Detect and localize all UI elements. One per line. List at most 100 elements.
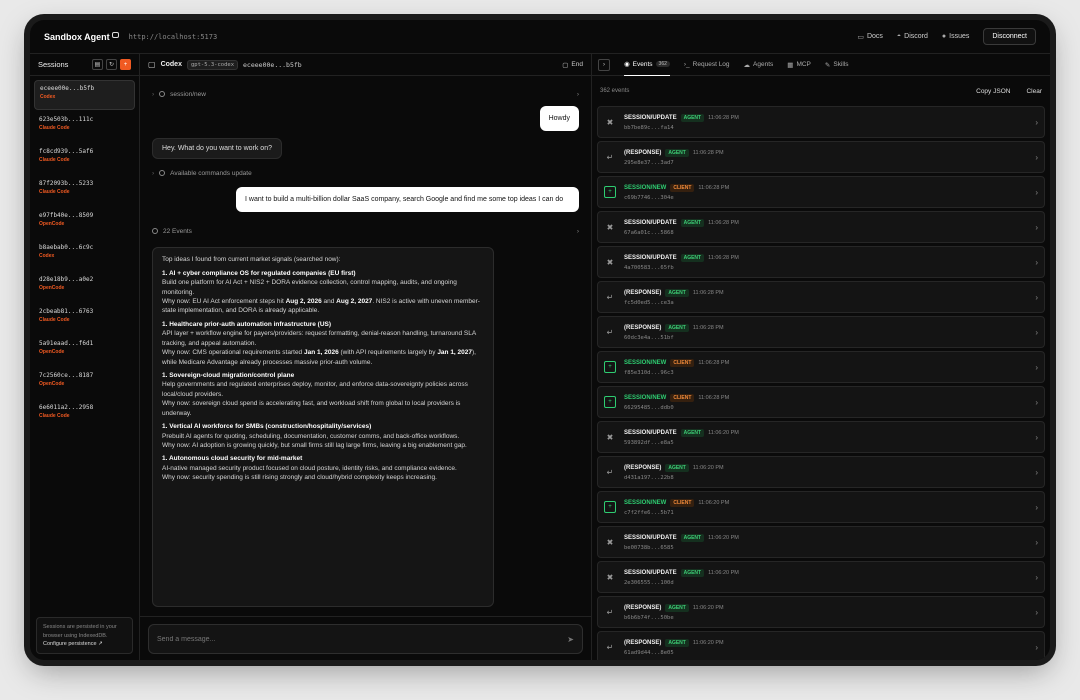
event-row[interactable]: ↵ (RESPONSE) AGENT 11:06:20 PM 61ad9d44...8e… bbox=[597, 631, 1045, 660]
return-icon: ↵ bbox=[606, 467, 614, 477]
session-id: 623e503b...111c bbox=[39, 116, 94, 123]
new-session-icon: + bbox=[604, 186, 616, 198]
collapse-icon[interactable]: › bbox=[598, 58, 610, 71]
commands-update-row[interactable]: › Available commands update bbox=[152, 165, 579, 181]
event-row[interactable]: ✖ SESSION/UPDATE AGENT 11:06:28 PM bb7be89c.… bbox=[597, 106, 1045, 138]
session-item[interactable]: 7c2560ce...8187 OpenCode bbox=[34, 368, 135, 398]
event-source-badge: CLIENT bbox=[670, 498, 695, 507]
event-row[interactable]: ✖ SESSION/UPDATE AGENT 11:06:20 PM 593892df.… bbox=[597, 421, 1045, 453]
idea-why-now: Why now: EU AI Act enforcement steps hit… bbox=[162, 298, 480, 315]
tab-skills[interactable]: ✎ Skills bbox=[825, 54, 849, 76]
event-row[interactable]: ↵ (RESPONSE) AGENT 11:06:28 PM 60dc3e4a...51… bbox=[597, 316, 1045, 348]
session-item[interactable]: b8aebab0...6c9c Codex bbox=[34, 240, 135, 270]
session-item[interactable]: e97fb40e...8509 OpenCode bbox=[34, 208, 135, 238]
archive-icon[interactable]: ▤ bbox=[92, 59, 103, 70]
event-source-badge: AGENT bbox=[665, 148, 689, 157]
event-type: SESSION/UPDATE bbox=[624, 114, 677, 121]
session-item[interactable]: d28e18b9...a0e2 OpenCode bbox=[34, 272, 135, 302]
event-row[interactable]: ↵ (RESPONSE) AGENT 11:06:20 PM d431a197...22… bbox=[597, 456, 1045, 488]
session-agent: OpenCode bbox=[39, 221, 65, 227]
event-row[interactable]: ✖ SESSION/UPDATE AGENT 11:06:28 PM 4a700583.… bbox=[597, 246, 1045, 278]
tab-agents[interactable]: ☁ Agents bbox=[744, 54, 774, 76]
session-new-row[interactable]: › session/new › bbox=[152, 86, 579, 102]
send-icon[interactable]: ➤ bbox=[567, 635, 574, 644]
session-item[interactable]: 87f2093b...5233 Claude Code bbox=[34, 176, 135, 206]
event-time: 11:06:20 PM bbox=[692, 464, 724, 471]
sessions-title: Sessions bbox=[38, 60, 69, 69]
event-source-badge: AGENT bbox=[665, 638, 689, 647]
chat-transcript: › session/new › Howdy Hey. What do you w… bbox=[140, 76, 591, 616]
message-input[interactable] bbox=[157, 635, 568, 643]
event-time: 11:06:20 PM bbox=[708, 429, 739, 436]
event-row[interactable]: ↵ (RESPONSE) AGENT 11:06:28 PM 295e8e37...3a… bbox=[597, 141, 1045, 173]
chevron-right-icon: › bbox=[1035, 467, 1038, 477]
session-item[interactable]: eceee00e...b5fb Codex bbox=[34, 80, 135, 110]
app-window: Sandbox Agent http://localhost:5173 ▭ Doc… bbox=[30, 20, 1050, 660]
event-row[interactable]: + SESSION/NEW CLIENT 11:06:20 PM c7f2ffe6...… bbox=[597, 491, 1045, 523]
session-item[interactable]: 5a91eaad...f6d1 OpenCode bbox=[34, 336, 135, 366]
event-row[interactable]: ✖ SESSION/UPDATE AGENT 11:06:28 PM 67a6a01c.… bbox=[597, 211, 1045, 243]
issues-link[interactable]: ● Issues bbox=[942, 33, 969, 40]
event-source-badge: AGENT bbox=[680, 253, 705, 262]
end-session-button[interactable]: ▢ End bbox=[562, 61, 583, 69]
chevron-right-icon: › bbox=[1035, 187, 1038, 197]
event-id: c7f2ffe6...5b71 bbox=[624, 509, 674, 516]
event-row[interactable]: ↵ (RESPONSE) AGENT 11:06:20 PM b6b6b74f...50… bbox=[597, 596, 1045, 628]
return-icon: ↵ bbox=[606, 327, 614, 337]
tool-icon: ✖ bbox=[606, 117, 614, 127]
event-row[interactable]: ✖ SESSION/UPDATE AGENT 11:06:20 PM 2e306555.… bbox=[597, 561, 1045, 593]
wrench-icon: ✎ bbox=[824, 61, 831, 69]
event-id: 67a6a01c...5868 bbox=[624, 229, 674, 236]
chevron-right-icon: › bbox=[1035, 117, 1038, 127]
agent-message: Hey. What do you want to work on? bbox=[152, 138, 282, 160]
events-group-row[interactable]: 22 Events › bbox=[152, 223, 579, 239]
event-time: 11:06:20 PM bbox=[698, 499, 730, 506]
discord-link[interactable]: ◓ Discord bbox=[897, 33, 928, 40]
docs-link[interactable]: ▭ Docs bbox=[857, 33, 883, 41]
idea-body: AI-native managed security product focus… bbox=[162, 464, 457, 472]
terminal-icon: ›_ bbox=[683, 61, 690, 68]
event-row[interactable]: + SESSION/NEW CLIENT 11:06:28 PM 66295485...… bbox=[597, 386, 1045, 418]
event-row[interactable]: + SESSION/NEW CLIENT 11:06:28 PM f85e310d...… bbox=[597, 351, 1045, 383]
event-id: 66295485...ddb0 bbox=[624, 404, 674, 411]
chevron-right-icon: › bbox=[1035, 257, 1038, 267]
event-id: 60dc3e4a...51bf bbox=[624, 334, 674, 341]
session-agent: Codex bbox=[40, 94, 56, 100]
event-source-badge: AGENT bbox=[680, 428, 705, 437]
tab-request-log[interactable]: ›_ Request Log bbox=[684, 54, 730, 76]
add-session-icon[interactable]: + bbox=[120, 59, 131, 70]
server-icon: ▦ bbox=[787, 61, 794, 69]
events-panel: › ◉ Events 362 ›_ Request Log ☁ Agents ▦ MC… bbox=[592, 54, 1050, 660]
session-item[interactable]: 2cbeab81...6763 Claude Code bbox=[34, 304, 135, 334]
copy-json-button[interactable]: Copy JSON bbox=[976, 88, 1010, 95]
event-source-badge: AGENT bbox=[665, 603, 689, 612]
chevron-right-icon: › bbox=[1035, 327, 1038, 337]
event-type: SESSION/UPDATE bbox=[624, 534, 677, 541]
event-time: 11:06:28 PM bbox=[692, 149, 724, 156]
session-item[interactable]: fc8cd939...5af6 Claude Code bbox=[34, 144, 135, 174]
event-row[interactable]: ✖ SESSION/UPDATE AGENT 11:06:20 PM be00738b.… bbox=[597, 526, 1045, 558]
chevron-right-icon: › bbox=[1035, 222, 1038, 232]
session-item[interactable]: 6e6011a2...2958 Claude Code bbox=[34, 400, 135, 430]
event-time: 11:06:28 PM bbox=[692, 289, 724, 296]
event-row[interactable]: + SESSION/NEW CLIENT 11:06:28 PM c69b7746...… bbox=[597, 176, 1045, 208]
stop-icon: ▢ bbox=[562, 61, 569, 69]
idea-why-now: Why now: security spending is still risi… bbox=[162, 474, 437, 482]
event-row[interactable]: ↵ (RESPONSE) AGENT 11:06:28 PM fc5d0ed5...ce… bbox=[597, 281, 1045, 313]
event-type: SESSION/NEW bbox=[624, 359, 667, 366]
event-type: SESSION/NEW bbox=[624, 184, 667, 191]
session-id: d28e18b9...a0e2 bbox=[39, 276, 94, 283]
session-item[interactable]: 623e503b...111c Claude Code bbox=[34, 112, 135, 142]
return-icon: ↵ bbox=[606, 152, 614, 162]
tab-events[interactable]: ◉ Events 362 bbox=[624, 54, 670, 76]
idea-title: 1. Sovereign-cloud migration/control pla… bbox=[162, 372, 295, 380]
refresh-icon[interactable]: ↻ bbox=[106, 59, 117, 70]
pulse-icon: ◉ bbox=[624, 61, 630, 68]
session-id: 5a91eaad...f6d1 bbox=[39, 340, 94, 347]
tab-mcp[interactable]: ▦ MCP bbox=[787, 54, 811, 76]
configure-persistence-link[interactable]: Configure persistence ↗ bbox=[43, 641, 103, 647]
events-count-badge: 362 bbox=[655, 61, 670, 67]
event-time: 11:06:20 PM bbox=[692, 639, 724, 646]
disconnect-button[interactable]: Disconnect bbox=[983, 28, 1036, 45]
clear-button[interactable]: Clear bbox=[1026, 88, 1042, 95]
